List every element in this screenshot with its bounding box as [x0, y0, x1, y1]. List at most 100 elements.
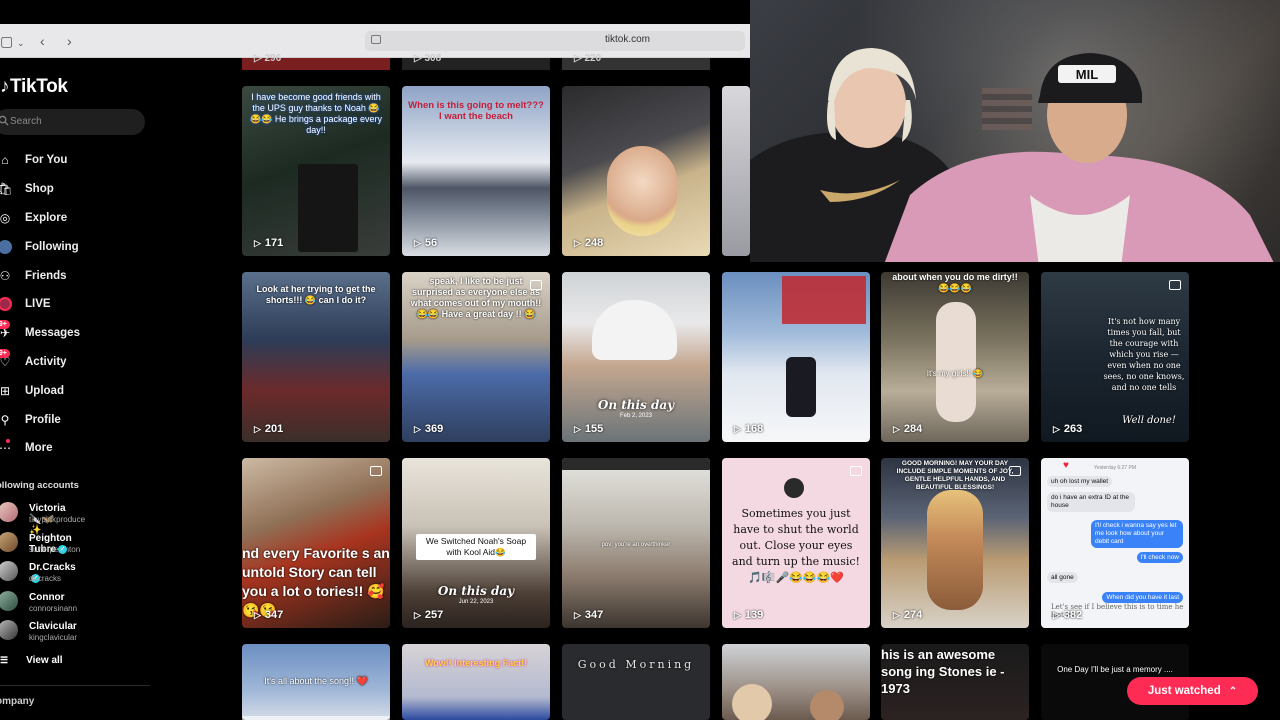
video-tile[interactable]: speak, I like to be just surprised as ev… [402, 272, 550, 442]
video-tile[interactable]: We Switched Noah's Soap with Kool Aid😂 O… [402, 458, 550, 628]
tiktok-note-icon: ♪ [0, 76, 10, 97]
avatar [0, 531, 18, 552]
video-caption: Wow!! Interesting Fact!! [424, 658, 528, 668]
video-tile[interactable] [722, 644, 870, 720]
forward-icon[interactable]: › [67, 33, 72, 49]
avatar [0, 590, 18, 611]
view-count-text: 347 [264, 609, 284, 621]
more-dot [6, 439, 10, 444]
view-count: ▷ 248 [574, 237, 603, 249]
address-bar[interactable]: tiktok.com [365, 31, 745, 51]
nav-shop[interactable]: 🛍 Shop [0, 175, 160, 204]
video-tile[interactable]: pov: you're an overthinker ▷ 347 [562, 458, 710, 628]
nav-profile[interactable]: ⚲ Profile [0, 405, 160, 434]
partial-video-tile[interactable]: ▷ 220 [562, 53, 710, 70]
view-count-text: 257 [424, 609, 444, 621]
video-tile[interactable]: nd every Favorite s an untold Story can … [242, 458, 390, 628]
video-tile[interactable]: Look at her trying to get the shorts!!! … [242, 272, 390, 442]
nav-activity[interactable]: ♡99+ Activity [0, 348, 160, 377]
video-caption: speak, I like to be just surprised as ev… [410, 276, 542, 319]
video-tile[interactable]: On this day Feb 2, 2023 ▷ 155 [562, 272, 710, 442]
video-tile[interactable]: ♥ Yesterday 6:27 PM uh oh lost my wallet… [1041, 458, 1189, 628]
view-count: ▷ 274 [893, 609, 922, 621]
video-caption: pov: you're an overthinker [601, 542, 671, 548]
view-all-button[interactable]: ☰ View all [0, 655, 63, 666]
partial-video-tile[interactable] [722, 86, 750, 256]
account-handle: surferpeighton [29, 544, 81, 554]
nav-label: Friends [25, 269, 67, 282]
nav-more[interactable]: ⋯ More [0, 434, 160, 463]
nav-upload[interactable]: ⊞ Upload [0, 376, 160, 405]
view-count-text: ▷ 220 [574, 53, 602, 64]
video-tile[interactable]: about when you do me dirty!! 😂😂😂 It's my… [881, 272, 1029, 442]
person-shape [810, 690, 844, 720]
hat-shape [592, 300, 677, 360]
account-handle: connorsinann [29, 603, 78, 613]
play-icon: ▷ [254, 423, 261, 434]
logo-text: TikTok [10, 76, 68, 97]
compass-icon: ◎ [0, 210, 11, 225]
profile-icon: ⚲ [0, 412, 10, 427]
back-icon[interactable]: ‹ [40, 33, 45, 49]
account-name: Clavicular [29, 621, 77, 632]
view-count-text: 201 [264, 423, 284, 435]
view-count: ▷ 139 [734, 609, 763, 621]
nav-label: Profile [25, 413, 61, 426]
nav-label: Shop [25, 183, 54, 196]
video-tile[interactable]: ▷ 248 [562, 86, 710, 256]
play-icon: ▷ [734, 609, 741, 620]
partial-video-tile[interactable]: ▷ 308 [402, 53, 550, 70]
nav-following[interactable]: Following [0, 232, 160, 261]
tiktok-logo[interactable]: ♪TikTok [0, 76, 68, 98]
view-count-text: ▷ 296 [254, 53, 282, 64]
chat-bubble: I'll check i wanna say yes let me look h… [1091, 520, 1183, 548]
sidebar-toggle-icon[interactable]: ▢ [0, 33, 13, 49]
video-tile[interactable]: It's not how many times you fall, but th… [1041, 272, 1189, 442]
video-tile[interactable]: his is an awesome song ing Stones ie - 1… [881, 644, 1029, 720]
video-tile[interactable]: Good Morning [562, 644, 710, 720]
home-icon: ⌂ [1, 153, 9, 168]
video-tile[interactable]: ▷ 168 [722, 272, 870, 442]
headphones-icon [784, 478, 804, 498]
following-icon [0, 239, 12, 254]
divider [0, 685, 150, 686]
video-tile[interactable]: GOOD MORNING! MAY YOUR DAY INCLUDE SIMPL… [881, 458, 1029, 628]
face-shape [607, 146, 677, 236]
view-count: ▷ 257 [414, 609, 443, 621]
nav-for-you[interactable]: ⌂ For You [0, 146, 160, 175]
nav-explore[interactable]: ◎ Explore [0, 204, 160, 233]
following-accounts-title: ollowing accounts [0, 480, 79, 491]
play-icon: ▷ [254, 237, 261, 248]
nav-messages[interactable]: ✈99+ Messages [0, 319, 160, 348]
photo-icon [370, 466, 382, 476]
nav-live[interactable]: LIVE [0, 290, 160, 319]
video-tile[interactable]: Sometimes you just have to shut the worl… [722, 458, 870, 628]
chevron-down-icon[interactable]: ⌄ [17, 35, 25, 51]
more-icon: ⋯ [0, 439, 11, 456]
video-tile[interactable]: It's all about the song!! ❤️ [242, 644, 390, 720]
nav-label: Messages [25, 327, 80, 340]
message-icon: ✈99+ [0, 320, 12, 340]
just-watched-button[interactable]: Just watched ⌃ [1127, 677, 1258, 705]
company-link[interactable]: ompany [0, 696, 34, 707]
search-input[interactable]: Search [0, 109, 145, 135]
reader-icon[interactable] [371, 35, 381, 44]
nav-friends[interactable]: ⚇ Friends [0, 261, 160, 290]
chat-bubble: uh oh lost my wallet [1047, 476, 1113, 487]
video-caption: When is this going to melt??? I want the… [408, 100, 544, 122]
nav-label: More [25, 442, 53, 455]
account-name: Connor [29, 591, 65, 603]
video-subcaption: It's my girls!! 😂 [926, 369, 984, 378]
on-this-day-label: On this day [437, 584, 515, 598]
view-count-text: 263 [1063, 423, 1083, 435]
video-caption: GOOD MORNING! MAY YOUR DAY INCLUDE SIMPL… [896, 460, 1014, 491]
view-count-text: 171 [264, 237, 284, 249]
video-tile[interactable]: I have become good friends with the UPS … [242, 86, 390, 256]
activity-badge: 99+ [0, 348, 10, 358]
video-tile[interactable]: When is this going to melt??? I want the… [402, 86, 550, 256]
chat-bubble: do i have an extra ID at the house [1047, 492, 1135, 512]
video-tile[interactable]: Wow!! Interesting Fact!! [402, 644, 550, 720]
partial-video-tile[interactable]: ▷ 296 [242, 53, 390, 70]
view-count: ▷ 369 [414, 423, 443, 435]
play-icon: ▷ [1053, 609, 1060, 620]
